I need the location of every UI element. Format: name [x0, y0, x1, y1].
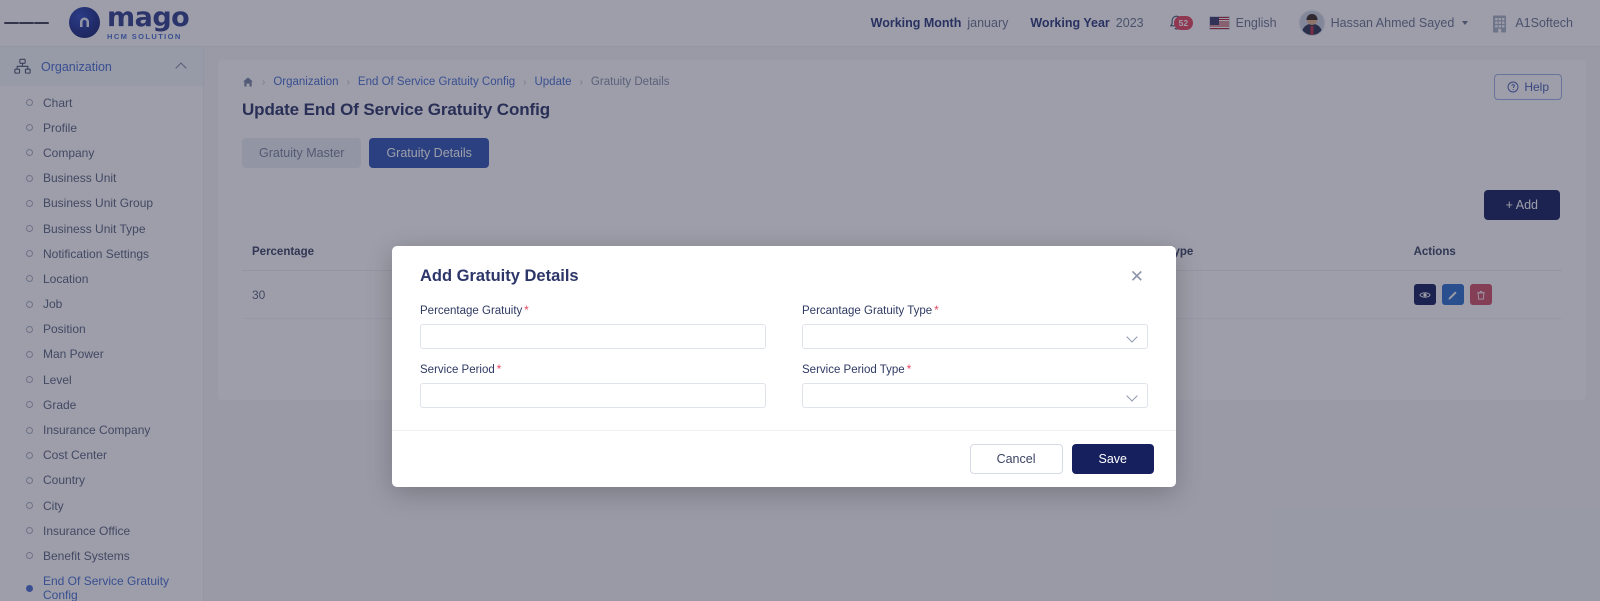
- required-marker: *: [496, 364, 502, 376]
- modal-header: Add Gratuity Details ✕: [392, 246, 1176, 293]
- chevron-down-icon: [1126, 390, 1138, 402]
- label-text: Percantage Gratuity Type: [802, 305, 933, 317]
- chevron-down-icon: [1126, 331, 1138, 343]
- percentage-gratuity-input[interactable]: [420, 324, 766, 349]
- field-percentage-gratuity-label: Percentage Gratuity *: [420, 305, 766, 317]
- modal-body: Percentage Gratuity * Percantage Gratuity…: [392, 293, 1176, 430]
- field-service-period-label: Service Period *: [420, 364, 766, 376]
- add-gratuity-details-modal: Add Gratuity Details ✕ Percentage Gratui…: [392, 246, 1176, 487]
- field-service-period: Service Period *: [420, 364, 766, 408]
- close-icon[interactable]: ✕: [1126, 266, 1148, 287]
- required-marker: *: [524, 305, 529, 317]
- label-text: Service Period: [420, 364, 495, 376]
- field-percentage-gratuity: Percentage Gratuity *: [420, 305, 766, 349]
- field-percentage-gratuity-type: Percantage Gratuity Type *: [802, 305, 1148, 349]
- save-button[interactable]: Save: [1071, 444, 1154, 474]
- label-text: Service Period Type: [802, 364, 905, 376]
- cancel-button[interactable]: Cancel: [969, 444, 1063, 474]
- label-text: Percentage Gratuity: [420, 305, 523, 317]
- required-marker: *: [934, 305, 939, 317]
- modal-title: Add Gratuity Details: [420, 267, 579, 285]
- service-period-type-select[interactable]: [802, 383, 1148, 408]
- percentage-gratuity-type-select[interactable]: [802, 324, 1148, 349]
- field-service-period-type: Service Period Type *: [802, 364, 1148, 408]
- field-percentage-gratuity-type-label: Percantage Gratuity Type *: [802, 305, 1148, 317]
- field-service-period-type-label: Service Period Type *: [802, 364, 1148, 376]
- service-period-input[interactable]: [420, 383, 766, 408]
- required-marker: *: [906, 364, 912, 376]
- modal-footer: Cancel Save: [392, 430, 1176, 487]
